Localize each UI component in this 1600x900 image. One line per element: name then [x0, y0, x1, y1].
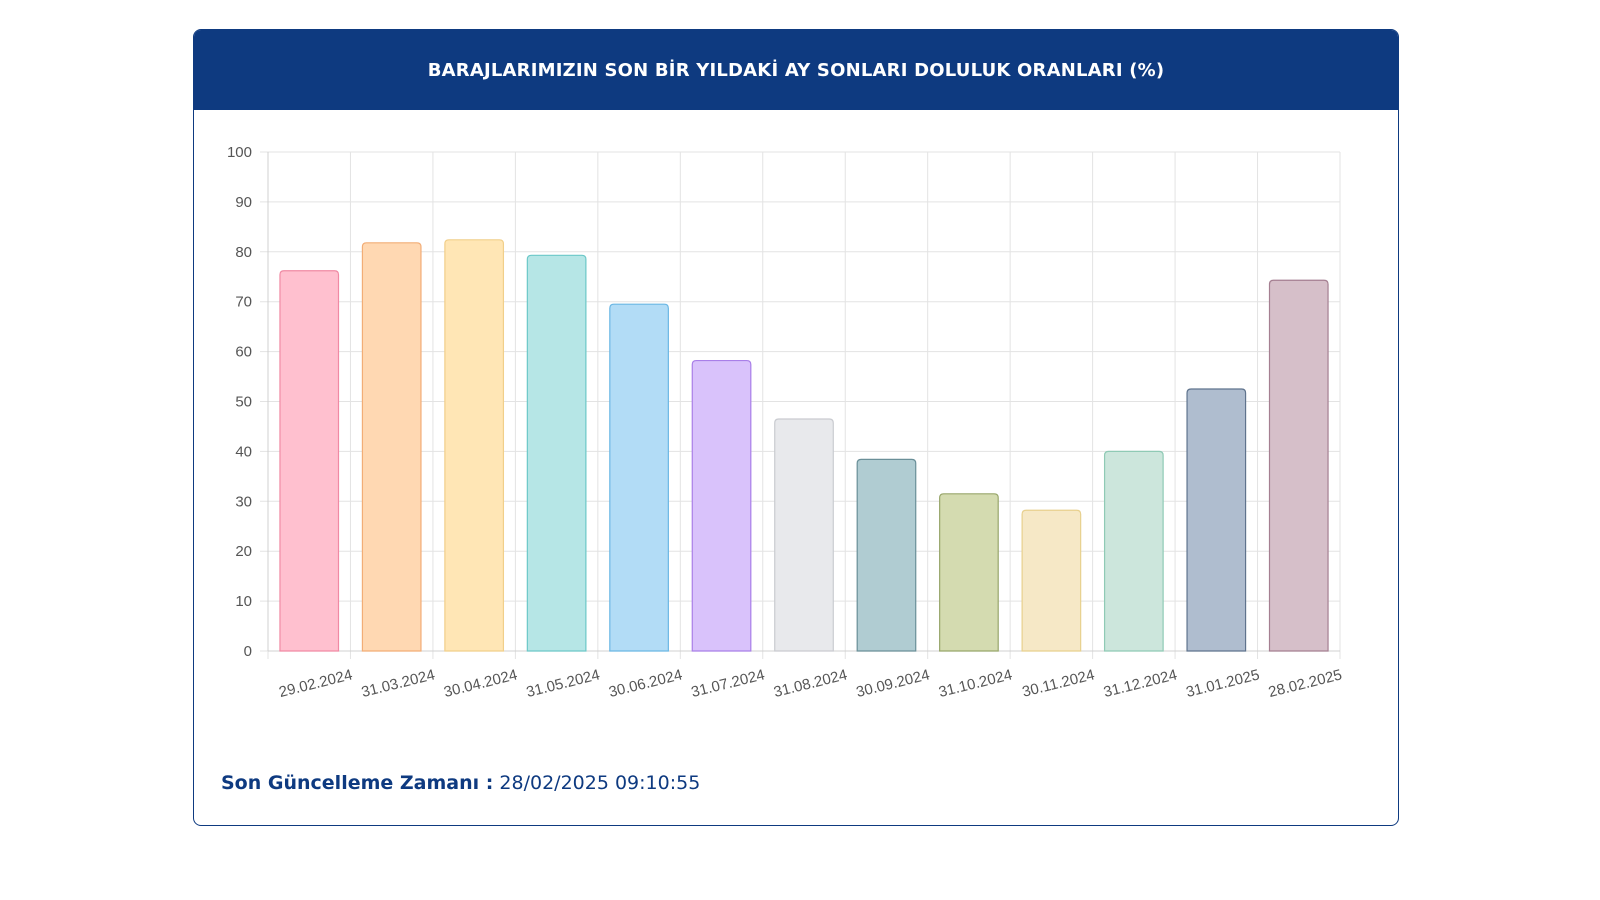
- y-tick-label: 70: [235, 294, 252, 311]
- y-tick-label: 50: [235, 394, 252, 411]
- x-tick-label: 30.09.2024: [854, 666, 931, 701]
- y-tick-label: 0: [244, 643, 252, 660]
- x-tick-label: 31.01.2025: [1184, 666, 1261, 701]
- y-tick-label: 80: [235, 244, 252, 261]
- bar-30.06.2024: [609, 303, 669, 652]
- bar-31.01.2025: [1186, 388, 1247, 652]
- bar-chart: 0 10 20 30 40 50 60 70 80 90 100 29.02.2024 31.03.20…: [227, 144, 1344, 701]
- y-tick-label: 40: [235, 443, 252, 460]
- y-tick-label: 60: [235, 344, 252, 361]
- bar-28.02.2025: [1268, 279, 1329, 652]
- y-tick-label: 10: [235, 593, 252, 610]
- chart-card: BARAJLARIMIZIN SON BİR YILDAKİ AY SONLAR…: [193, 29, 1399, 826]
- last-update: Son Güncelleme Zamanı : 28/02/2025 09:10…: [221, 772, 700, 794]
- card-title: BARAJLARIMIZIN SON BİR YILDAKİ AY SONLAR…: [427, 59, 1165, 81]
- bar-31.03.2024: [361, 242, 422, 652]
- x-tick-label: 31.03.2024: [360, 666, 437, 701]
- x-tick-label: 31.08.2024: [772, 666, 849, 701]
- y-tick-label: 20: [235, 543, 252, 560]
- x-tick-label: 29.02.2024: [277, 666, 354, 701]
- bar-31.07.2024: [691, 359, 752, 652]
- bar-30.09.2024: [856, 458, 917, 652]
- x-tick-label: 31.12.2024: [1102, 666, 1179, 701]
- bar-31.05.2024: [526, 254, 587, 652]
- bar-29.02.2024: [279, 270, 340, 652]
- card-header: BARAJLARIMIZIN SON BİR YILDAKİ AY SONLAR…: [194, 30, 1398, 110]
- y-tick-label: 90: [235, 194, 252, 211]
- y-tick-label: 100: [227, 144, 252, 161]
- bar-30.04.2024: [444, 239, 505, 652]
- bar-30.11.2024: [1021, 509, 1082, 652]
- bar-31.12.2024: [1103, 450, 1164, 652]
- chart-area: 0 10 20 30 40 50 60 70 80 90 100 29.02.2024 31.03.20…: [194, 110, 1398, 750]
- x-tick-label: 31.07.2024: [690, 666, 767, 701]
- last-update-value: 28/02/2025 09:10:55: [499, 772, 701, 794]
- x-tick-label: 28.02.2025: [1267, 666, 1344, 701]
- x-tick-label: 30.11.2024: [1020, 666, 1096, 700]
- last-update-label: Son Güncelleme Zamanı :: [221, 772, 494, 794]
- bar-31.10.2024: [939, 493, 999, 652]
- x-tick-label: 31.05.2024: [525, 666, 602, 701]
- x-tick-label: 31.10.2024: [937, 666, 1014, 701]
- y-tick-label: 30: [235, 493, 252, 510]
- bar-31.08.2024: [774, 418, 834, 652]
- x-tick-label: 30.06.2024: [607, 666, 684, 701]
- x-tick-label: 30.04.2024: [442, 666, 519, 701]
